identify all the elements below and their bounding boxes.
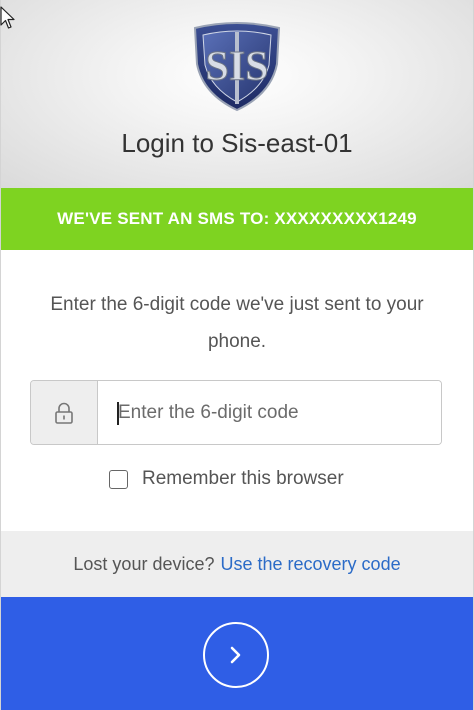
login-card: SIS Login to Sis-east-01 WE'VE SENT AN S… <box>0 0 474 710</box>
sis-shield-logo: SIS <box>193 22 281 112</box>
text-caret <box>117 402 119 425</box>
instruction-text: Enter the 6-digit code we've just sent t… <box>50 294 424 352</box>
mouse-pointer-icon <box>0 6 15 29</box>
code-input-group <box>30 380 442 445</box>
page-title: Login to Sis-east-01 <box>121 128 353 158</box>
logo-lettering: SIS <box>205 44 268 90</box>
chevron-right-icon <box>230 646 241 664</box>
sms-sent-banner: WE'VE SENT AN SMS TO: XXXXXXXXX1249 <box>1 188 473 250</box>
login-header: SIS Login to Sis-east-01 <box>1 0 473 188</box>
remember-checkbox[interactable] <box>109 469 128 489</box>
lock-icon <box>55 402 73 424</box>
remember-label: Remember this browser <box>142 468 344 489</box>
remember-browser-row[interactable]: Remember this browser <box>109 466 344 492</box>
lock-addon <box>31 381 98 444</box>
recovery-bar: Lost your device? Use the recovery code <box>1 531 473 597</box>
submit-button[interactable] <box>203 622 269 688</box>
code-input[interactable] <box>98 381 441 444</box>
lost-device-prompt: Lost your device? <box>73 553 215 574</box>
recovery-code-link[interactable]: Use the recovery code <box>221 554 401 575</box>
